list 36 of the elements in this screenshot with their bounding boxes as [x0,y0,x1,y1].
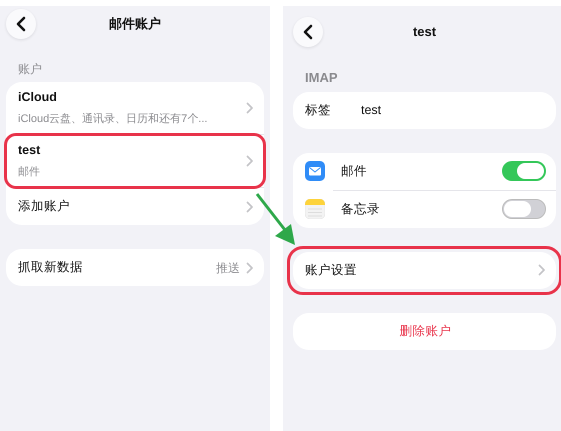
back-button[interactable] [6,9,36,39]
chevron-icon [246,262,254,274]
field-label: 标签 [305,102,331,119]
chevron-icon [246,200,254,212]
row-title: 邮件 [341,162,367,180]
row-title: 账户设置 [305,262,357,279]
row-title: 添加账户 [18,198,70,216]
back-icon [15,16,27,32]
row-title: test [18,142,40,160]
arrow-drawing [255,192,297,247]
row-title: iCloud [18,89,58,106]
list-row[interactable]: iCloud iCloud云盘、通讯录、日历和还有7个... [6,82,264,134]
list-row[interactable]: test 邮件 [6,135,264,187]
section-header: 账户 [17,61,43,78]
screen-title: 邮件账户 [109,15,161,34]
list-row[interactable]: 添加账户 [6,188,264,225]
list-row[interactable]: 账户设置 [293,252,556,288]
back-button[interactable] [293,17,323,47]
toggle-switch[interactable] [502,199,546,219]
notes-icon [305,199,325,219]
section-header: IMAP [304,69,338,87]
row-title: 备忘录 [341,200,380,218]
list-row[interactable]: 抓取新数据 推送 [6,249,264,286]
toggle-switch[interactable] [502,161,546,181]
label-field[interactable]: test [361,100,382,120]
row-title: 抓取新数据 [18,259,83,276]
row-subtitle: iCloud云盘、通讯录、日历和还有7个... [18,112,208,128]
screen-title: test [412,23,436,42]
chevron-icon [246,102,254,114]
mail-icon [305,161,325,181]
row-value: 推送 [216,260,240,276]
chevron-icon [538,264,546,276]
delete-account-button[interactable]: 删除账户 [400,322,452,340]
row-subtitle: 邮件 [18,165,40,180]
back-icon [302,24,314,40]
chevron-icon [246,155,254,167]
